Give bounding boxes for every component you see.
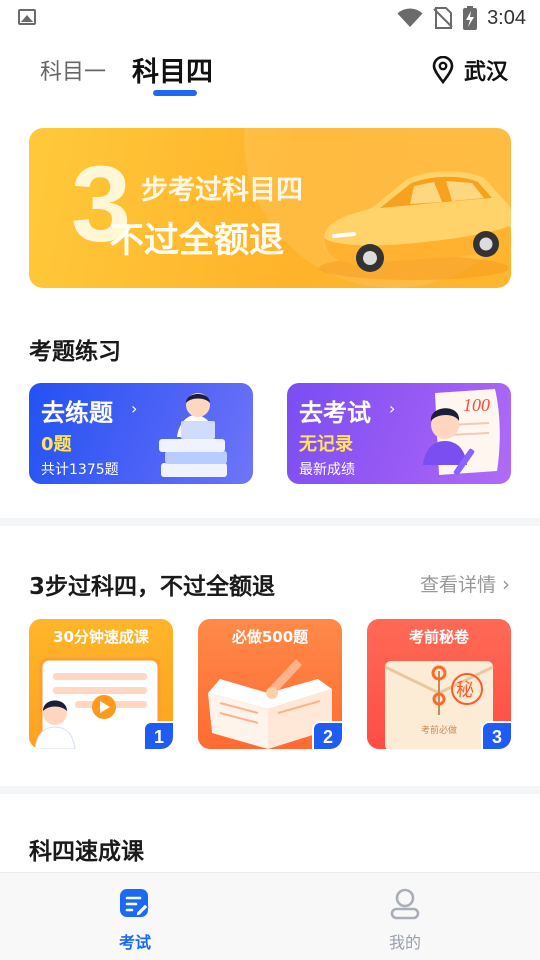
step-card-questions[interactable]: 必做500题 2 <box>198 619 342 749</box>
svg-text:考前必做: 考前必做 <box>421 724 457 736</box>
chevron-right-icon: › <box>389 399 396 418</box>
student-books-illustration <box>159 393 227 477</box>
exam-icon <box>120 889 149 917</box>
chevron-right-icon: › <box>502 571 510 596</box>
svg-text:100: 100 <box>463 395 490 415</box>
bottom-tab-bar: 考试 我的 <box>0 872 540 960</box>
step-card-final-papers[interactable]: 考前秘卷 秘 考前必做 3 <box>367 619 511 749</box>
step-card-course[interactable]: 30分钟速成课 1 <box>29 619 173 749</box>
tab-exam-label: 考试 <box>118 933 151 952</box>
tab-exam[interactable]: 考试 <box>95 887 175 953</box>
tab-mine[interactable]: 我的 <box>365 887 445 953</box>
battery-charging-icon <box>463 6 478 30</box>
practice-card[interactable]: 去练题 › 0题 共计1375题 <box>29 383 253 484</box>
step-number-badge: 2 <box>312 721 342 749</box>
tab-mine-label: 我的 <box>388 933 421 952</box>
city-selector[interactable]: 武汉 <box>432 54 508 86</box>
status-bar-right: 3:04 <box>397 5 526 31</box>
section-divider <box>0 786 540 794</box>
chevron-right-icon: › <box>131 399 138 418</box>
practice-card-count: 0题 <box>41 434 72 455</box>
practice-section-title: 考题练习 <box>29 339 121 365</box>
banner-line-1: 步考过科目四 <box>141 175 303 206</box>
practice-card-title: 去练题 <box>41 399 113 427</box>
active-tab-indicator <box>153 90 197 96</box>
status-time: 3:04 <box>487 6 526 29</box>
exam-card-score: 无记录 <box>299 434 353 455</box>
practice-card-total: 共计1375题 <box>41 462 119 478</box>
banner-line-2: 不过全额退 <box>109 221 285 261</box>
steps-section-title: 3步过科四，不过全额退 <box>29 574 276 600</box>
car-illustration <box>319 171 511 280</box>
section-divider <box>0 518 540 526</box>
promo-banner[interactable]: 3 步考过科目四 不过全额退 <box>29 128 511 288</box>
exam-card[interactable]: 去考试 › 无记录 最新成绩 100 <box>287 383 511 484</box>
exam-card-sub: 最新成绩 <box>299 462 355 478</box>
location-pin-icon <box>432 56 454 84</box>
step-title: 必做500题 <box>231 628 309 646</box>
exam-card-title: 去考试 <box>299 399 371 427</box>
view-details-label: 查看详情 <box>419 574 496 596</box>
step-title: 考前秘卷 <box>408 628 469 646</box>
svg-text:秘: 秘 <box>456 680 474 701</box>
profile-icon <box>390 888 420 920</box>
view-details-link[interactable]: 查看详情 › <box>420 570 510 597</box>
step-number-badge: 3 <box>481 721 511 749</box>
no-sim-icon <box>433 7 453 29</box>
course-section-title: 科四速成课 <box>29 839 144 865</box>
step-number-badge: 1 <box>143 721 173 749</box>
status-bar: 3:04 <box>0 0 540 36</box>
image-notification-icon <box>18 9 36 25</box>
subject-tabs: 科目一 科目四 武汉 <box>0 40 540 102</box>
exam-paper-illustration: 100 <box>423 389 500 476</box>
tab-subject-four[interactable]: 科目四 <box>132 50 213 89</box>
tab-subject-one[interactable]: 科目一 <box>40 54 106 86</box>
city-label: 武汉 <box>463 60 508 85</box>
wifi-icon <box>397 8 423 27</box>
step-title: 30分钟速成课 <box>53 628 149 646</box>
